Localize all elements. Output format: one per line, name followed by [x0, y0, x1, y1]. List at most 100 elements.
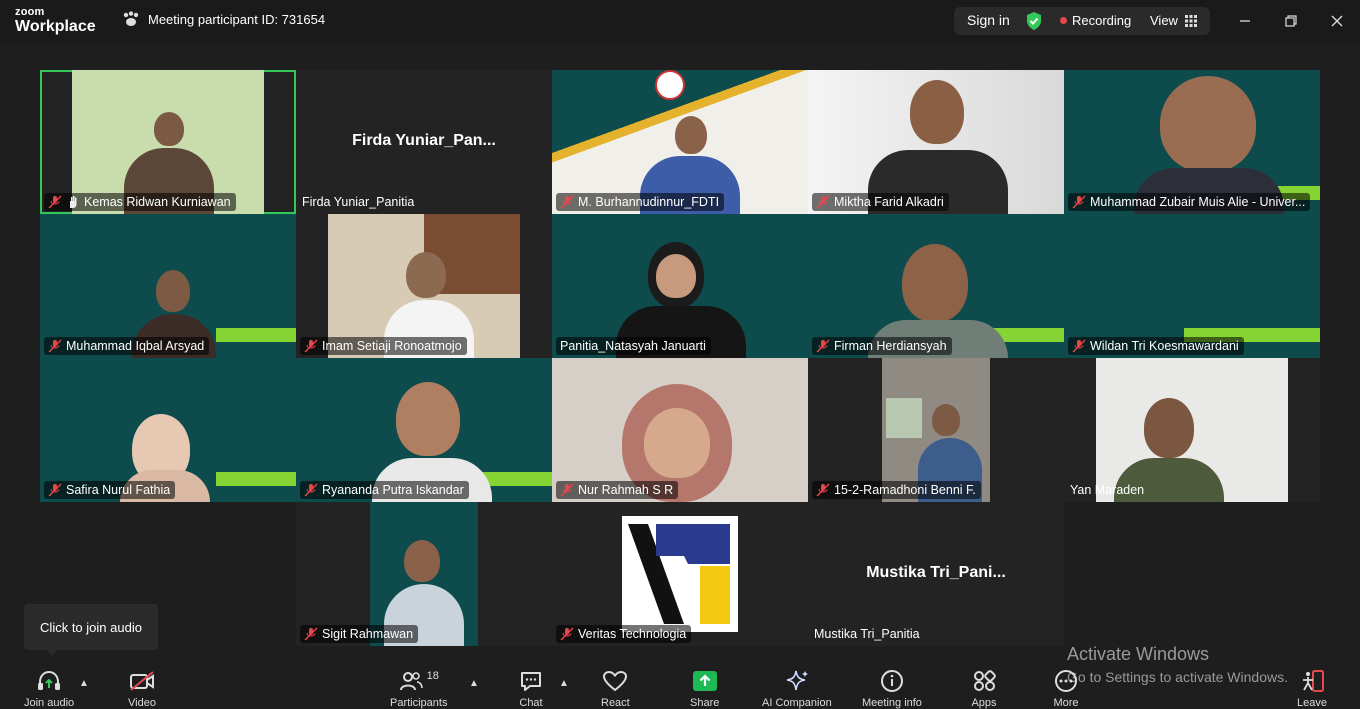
view-button[interactable]: View: [1150, 13, 1197, 28]
meeting-toolbar: Join audio ▲ Video 18 Participants ▲ Cha…: [0, 660, 1360, 709]
security-shield-icon[interactable]: [1025, 11, 1043, 31]
heart-icon: [603, 670, 628, 692]
participant-face: [656, 254, 696, 298]
video-tile[interactable]: Mustika Tri_Pani... Mustika Tri_Panitia: [808, 502, 1064, 646]
video-tile[interactable]: Firda Yuniar_Pan... Firda Yuniar_Panitia: [296, 70, 552, 214]
video-tile[interactable]: Yan Maraden: [1064, 358, 1320, 502]
banner-strip: [216, 328, 296, 342]
video-tile[interactable]: Veritas Technologia: [552, 502, 808, 646]
mic-muted-icon: [816, 483, 830, 497]
mic-muted-icon: [48, 339, 62, 353]
mic-muted-icon: [816, 195, 830, 209]
participant-name-label: Wildan Tri Koesmawardani: [1068, 337, 1244, 355]
leave-icon: [1302, 670, 1324, 692]
react-label: React: [601, 697, 630, 709]
join-audio-button[interactable]: Join audio: [24, 670, 74, 709]
participants-paw-icon: [123, 11, 139, 26]
participants-count: 18: [426, 670, 439, 682]
ai-companion-button[interactable]: AI Companion: [762, 670, 832, 709]
participant-name-label: Firda Yuniar_Panitia: [302, 195, 415, 209]
mic-muted-icon: [304, 627, 318, 641]
headphones-icon: [38, 670, 61, 690]
meeting-info-button[interactable]: Meeting info: [862, 670, 922, 709]
video-tile[interactable]: M. Burhannudinnur_FDTI: [552, 70, 808, 214]
view-label: View: [1150, 13, 1178, 28]
participant-name-label: Veritas Technologia: [556, 625, 692, 643]
apps-label: Apps: [971, 697, 997, 709]
video-tile[interactable]: Sigit Rahmawan: [296, 502, 552, 646]
info-icon: [880, 670, 903, 692]
participant-name-label: Imam Setiaji Ronoatmojo: [300, 337, 467, 355]
close-button[interactable]: [1325, 10, 1349, 32]
participant-name-label: Kemas Ridwan Kurniawan: [44, 193, 236, 211]
chat-options-caret[interactable]: ▲: [559, 678, 569, 689]
video-label: Video: [128, 697, 156, 709]
participant-name-label: Safira Nurul Fathia: [44, 481, 176, 499]
participant-figure: [404, 540, 440, 582]
apps-button[interactable]: Apps: [971, 670, 997, 709]
mic-muted-icon: [304, 483, 318, 497]
participant-figure: [1160, 76, 1256, 172]
react-button[interactable]: React: [601, 670, 630, 709]
recording-indicator[interactable]: Recording: [1060, 13, 1131, 28]
title-bar: zoom Workplace Meeting participant ID: 7…: [0, 0, 1360, 44]
meeting-id[interactable]: Meeting participant ID: 731654: [122, 11, 325, 27]
recording-label: Recording: [1072, 13, 1132, 28]
video-tile[interactable]: Panitia_Natasyah Januarti: [552, 214, 808, 358]
brand-small: zoom: [15, 6, 45, 18]
brand-big: Workplace: [15, 18, 96, 35]
more-label: More: [1053, 697, 1079, 709]
participant-face: [644, 408, 710, 478]
participant-name-label: Firman Herdiansyah: [812, 337, 952, 355]
participants-button[interactable]: 18 Participants: [390, 670, 447, 709]
share-button[interactable]: Share: [690, 670, 719, 709]
video-button[interactable]: Video: [128, 670, 156, 709]
share-label: Share: [690, 697, 720, 709]
zoom-logo: zoom Workplace: [15, 7, 96, 35]
mic-muted-icon: [304, 339, 318, 353]
car-window: [886, 398, 922, 438]
apps-icon: [974, 670, 996, 691]
close-icon: [1331, 15, 1343, 27]
participant-name-label: 15-2-Ramadhoni Benni F.: [812, 481, 981, 499]
chat-button[interactable]: Chat: [518, 670, 544, 709]
participant-name-label: Muhammad Zubair Muis Alie - Univer...: [1068, 193, 1311, 211]
restore-icon: [1285, 15, 1297, 27]
video-tile[interactable]: Ryananda Putra Iskandar: [296, 358, 552, 502]
raised-hand-icon: [70, 196, 77, 208]
participant-figure: [396, 382, 460, 456]
video-grid: Kemas Ridwan Kurniawan Firda Yuniar_Pan.…: [40, 70, 1320, 646]
video-tile[interactable]: Muhammad Iqbal Arsyad: [40, 214, 296, 358]
participant-display-name: Mustika Tri_Pani...: [866, 564, 1006, 581]
restore-button[interactable]: [1279, 10, 1303, 32]
join-audio-tooltip: Click to join audio: [24, 604, 158, 656]
mic-muted-icon: [816, 339, 830, 353]
participant-figure: [156, 270, 190, 312]
chat-icon: [521, 672, 541, 691]
chat-label: Chat: [519, 697, 543, 709]
video-tile[interactable]: Muhammad Zubair Muis Alie - Univer...: [1064, 70, 1320, 214]
grid-icon: [1184, 14, 1197, 27]
share-screen-icon: [692, 671, 717, 691]
leave-button[interactable]: Leave: [1297, 670, 1327, 709]
participants-options-caret[interactable]: ▲: [469, 678, 479, 689]
video-off-icon: [130, 671, 154, 691]
meeting-id-text: Meeting participant ID: 731654: [148, 11, 326, 27]
mic-muted-icon: [1072, 339, 1086, 353]
sign-in-button[interactable]: Sign in: [967, 12, 1010, 28]
video-tile[interactable]: Safira Nurul Fathia: [40, 358, 296, 502]
minimize-button[interactable]: [1233, 10, 1257, 32]
mic-muted-icon: [560, 627, 574, 641]
video-tile[interactable]: 15-2-Ramadhoni Benni F.: [808, 358, 1064, 502]
participants-label: Participants: [390, 697, 448, 709]
participants-icon: [399, 672, 423, 691]
video-tile[interactable]: Imam Setiaji Ronoatmojo: [296, 214, 552, 358]
more-button[interactable]: More: [1053, 670, 1079, 709]
video-tile[interactable]: Miktha Farid Alkadri: [808, 70, 1064, 214]
video-tile[interactable]: Nur Rahmah S R: [552, 358, 808, 502]
participant-figure: [154, 112, 184, 146]
video-tile[interactable]: Wildan Tri Koesmawardani: [1064, 214, 1320, 358]
audio-options-caret[interactable]: ▲: [79, 678, 89, 689]
video-tile[interactable]: Firman Herdiansyah: [808, 214, 1064, 358]
video-tile[interactable]: Kemas Ridwan Kurniawan: [40, 70, 296, 214]
